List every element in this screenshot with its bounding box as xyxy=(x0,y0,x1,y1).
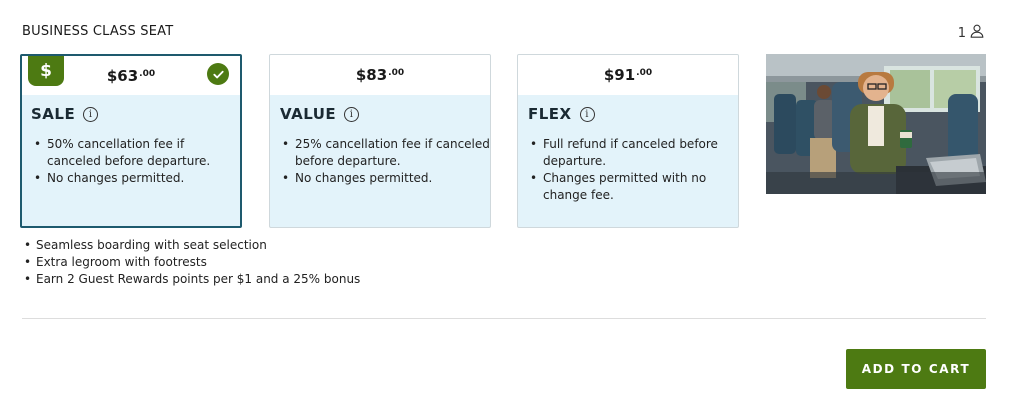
fare-price: $83.00 xyxy=(356,66,404,84)
fare-name: VALUE i xyxy=(270,95,490,123)
fare-name: FLEX i xyxy=(518,95,738,123)
fare-rule: Full refund if canceled before departure… xyxy=(528,136,738,170)
fare-card-header: $91.00 xyxy=(518,55,738,95)
fare-name-label: FLEX xyxy=(528,105,572,123)
fare-rules: 25% cancellation fee if canceled before … xyxy=(270,123,490,187)
fare-card-header: $ $63.00 xyxy=(22,56,240,95)
fare-price-main: $63 xyxy=(106,66,139,85)
check-icon xyxy=(207,63,229,85)
seat-features: Seamless boarding with seat selection Ex… xyxy=(22,237,360,288)
sale-dollar-badge: $ xyxy=(28,56,64,86)
feature-item: Extra legroom with footrests xyxy=(22,254,360,271)
fare-price-cents: .00 xyxy=(139,68,156,79)
fare-rule: No changes permitted. xyxy=(280,170,490,187)
fare-price: $63.00 xyxy=(107,67,155,85)
fare-rules: 50% cancellation fee if canceled before … xyxy=(22,123,240,187)
fare-rules: Full refund if canceled before departure… xyxy=(518,123,738,204)
fare-card-header: $83.00 xyxy=(270,55,490,95)
fare-card-value[interactable]: $83.00 VALUE i 25% cancellation fee if c… xyxy=(269,54,491,228)
fare-name-label: SALE xyxy=(31,105,76,123)
info-icon[interactable]: i xyxy=(344,106,360,122)
fare-price-main: $91 xyxy=(603,66,636,84)
info-icon[interactable]: i xyxy=(83,106,99,122)
person-icon xyxy=(970,24,984,42)
business-class-photo xyxy=(766,54,986,194)
fare-card-flex[interactable]: $91.00 FLEX i Full refund if canceled be… xyxy=(517,54,739,228)
fare-card-sale[interactable]: $ $63.00 SALE i 50% cancellation fee if … xyxy=(20,54,242,228)
fare-price: $91.00 xyxy=(604,66,652,84)
fare-name-label: VALUE xyxy=(280,105,337,123)
info-icon[interactable]: i xyxy=(579,106,595,122)
fare-rule: 50% cancellation fee if canceled before … xyxy=(32,136,240,170)
feature-item: Earn 2 Guest Rewards points per $1 and a… xyxy=(22,271,360,288)
fare-price-main: $83 xyxy=(355,66,388,84)
fare-price-cents: .00 xyxy=(636,68,653,78)
section-title: BUSINESS CLASS SEAT xyxy=(22,24,174,39)
passenger-count-value: 1 xyxy=(957,25,966,41)
fare-rule: 25% cancellation fee if canceled before … xyxy=(280,136,490,170)
fare-price-cents: .00 xyxy=(388,68,405,78)
fare-name: SALE i xyxy=(22,95,240,123)
fare-rule: Changes permitted with no change fee. xyxy=(528,170,738,204)
fare-rule: No changes permitted. xyxy=(32,170,240,187)
feature-item: Seamless boarding with seat selection xyxy=(22,237,360,254)
add-to-cart-button[interactable]: ADD TO CART xyxy=(846,349,986,389)
divider xyxy=(22,318,986,319)
passenger-count: 1 xyxy=(958,24,984,42)
